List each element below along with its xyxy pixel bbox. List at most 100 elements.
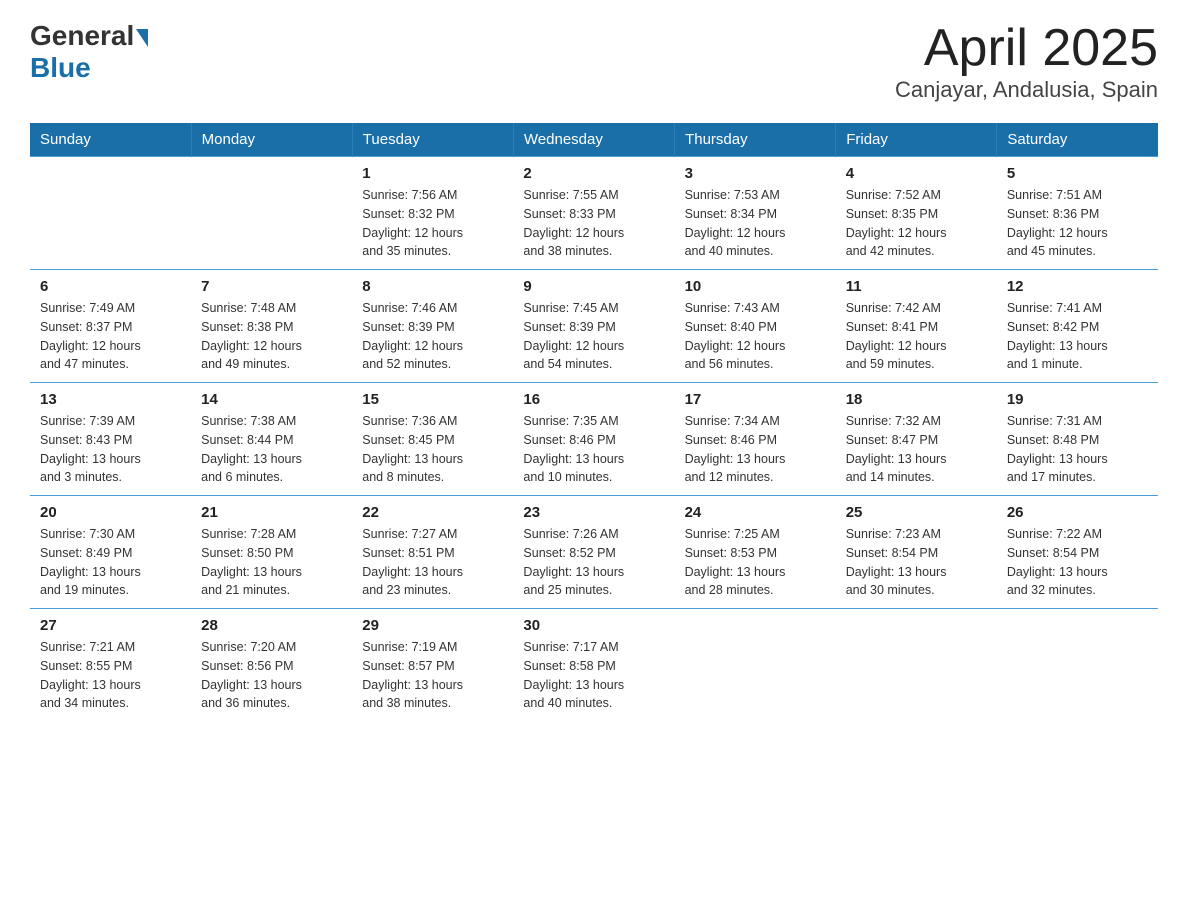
calendar-cell — [836, 609, 997, 722]
day-info: Sunrise: 7:20 AM Sunset: 8:56 PM Dayligh… — [201, 638, 342, 713]
day-number: 9 — [523, 278, 664, 295]
day-number: 7 — [201, 278, 342, 295]
title-block: April 2025 Canjayar, Andalusia, Spain — [895, 20, 1158, 103]
day-info: Sunrise: 7:28 AM Sunset: 8:50 PM Dayligh… — [201, 525, 342, 600]
calendar-header: SundayMondayTuesdayWednesdayThursdayFrid… — [30, 123, 1158, 157]
logo-blue-text: Blue — [30, 52, 91, 83]
day-number: 25 — [846, 504, 987, 521]
day-number: 20 — [40, 504, 181, 521]
day-number: 5 — [1007, 165, 1148, 182]
day-number: 26 — [1007, 504, 1148, 521]
day-info: Sunrise: 7:17 AM Sunset: 8:58 PM Dayligh… — [523, 638, 664, 713]
header-thursday: Thursday — [675, 123, 836, 157]
day-info: Sunrise: 7:48 AM Sunset: 8:38 PM Dayligh… — [201, 299, 342, 374]
week-row-2: 13 Sunrise: 7:39 AM Sunset: 8:43 PM Dayli… — [30, 383, 1158, 496]
calendar-cell: 26 Sunrise: 7:22 AM Sunset: 8:54 PM Dayli… — [997, 496, 1158, 609]
day-info: Sunrise: 7:35 AM Sunset: 8:46 PM Dayligh… — [523, 412, 664, 487]
day-info: Sunrise: 7:55 AM Sunset: 8:33 PM Dayligh… — [523, 186, 664, 261]
calendar-cell: 28 Sunrise: 7:20 AM Sunset: 8:56 PM Dayli… — [191, 609, 352, 722]
calendar-cell: 30 Sunrise: 7:17 AM Sunset: 8:58 PM Dayli… — [513, 609, 674, 722]
week-row-3: 20 Sunrise: 7:30 AM Sunset: 8:49 PM Dayli… — [30, 496, 1158, 609]
header-sunday: Sunday — [30, 123, 191, 157]
day-number: 29 — [362, 617, 503, 634]
day-number: 28 — [201, 617, 342, 634]
day-info: Sunrise: 7:43 AM Sunset: 8:40 PM Dayligh… — [685, 299, 826, 374]
calendar-cell: 11Sunrise: 7:42 AM Sunset: 8:41 PM Dayli… — [836, 270, 997, 383]
calendar-cell: 27 Sunrise: 7:21 AM Sunset: 8:55 PM Dayli… — [30, 609, 191, 722]
day-number: 17 — [685, 391, 826, 408]
calendar-table: SundayMondayTuesdayWednesdayThursdayFrid… — [30, 123, 1158, 721]
day-info: Sunrise: 7:21 AM Sunset: 8:55 PM Dayligh… — [40, 638, 181, 713]
day-number: 30 — [523, 617, 664, 634]
calendar-cell: 10 Sunrise: 7:43 AM Sunset: 8:40 PM Dayli… — [675, 270, 836, 383]
calendar-body: 1 Sunrise: 7:56 AM Sunset: 8:32 PM Daylig… — [30, 157, 1158, 722]
calendar-cell: 23 Sunrise: 7:26 AM Sunset: 8:52 PM Dayli… — [513, 496, 674, 609]
day-number: 6 — [40, 278, 181, 295]
day-number: 13 — [40, 391, 181, 408]
day-info: Sunrise: 7:26 AM Sunset: 8:52 PM Dayligh… — [523, 525, 664, 600]
calendar-cell: 24Sunrise: 7:25 AM Sunset: 8:53 PM Dayli… — [675, 496, 836, 609]
page-header: General Blue April 2025 Canjayar, Andalu… — [30, 20, 1158, 103]
day-number: 27 — [40, 617, 181, 634]
day-info: Sunrise: 7:42 AM Sunset: 8:41 PM Dayligh… — [846, 299, 987, 374]
calendar-cell: 2Sunrise: 7:55 AM Sunset: 8:33 PM Daylig… — [513, 157, 674, 270]
week-row-1: 6Sunrise: 7:49 AM Sunset: 8:37 PM Daylig… — [30, 270, 1158, 383]
day-info: Sunrise: 7:39 AM Sunset: 8:43 PM Dayligh… — [40, 412, 181, 487]
calendar-cell: 6Sunrise: 7:49 AM Sunset: 8:37 PM Daylig… — [30, 270, 191, 383]
day-info: Sunrise: 7:53 AM Sunset: 8:34 PM Dayligh… — [685, 186, 826, 261]
day-info: Sunrise: 7:51 AM Sunset: 8:36 PM Dayligh… — [1007, 186, 1148, 261]
day-number: 19 — [1007, 391, 1148, 408]
calendar-cell: 20 Sunrise: 7:30 AM Sunset: 8:49 PM Dayli… — [30, 496, 191, 609]
day-info: Sunrise: 7:22 AM Sunset: 8:54 PM Dayligh… — [1007, 525, 1148, 600]
header-friday: Friday — [836, 123, 997, 157]
calendar-cell — [191, 157, 352, 270]
day-number: 10 — [685, 278, 826, 295]
day-info: Sunrise: 7:52 AM Sunset: 8:35 PM Dayligh… — [846, 186, 987, 261]
day-info: Sunrise: 7:27 AM Sunset: 8:51 PM Dayligh… — [362, 525, 503, 600]
calendar-cell: 12 Sunrise: 7:41 AM Sunset: 8:42 PM Dayli… — [997, 270, 1158, 383]
day-info: Sunrise: 7:46 AM Sunset: 8:39 PM Dayligh… — [362, 299, 503, 374]
day-info: Sunrise: 7:32 AM Sunset: 8:47 PM Dayligh… — [846, 412, 987, 487]
calendar-cell: 29 Sunrise: 7:19 AM Sunset: 8:57 PM Dayli… — [352, 609, 513, 722]
day-number: 3 — [685, 165, 826, 182]
header-row: SundayMondayTuesdayWednesdayThursdayFrid… — [30, 123, 1158, 157]
calendar-cell: 21 Sunrise: 7:28 AM Sunset: 8:50 PM Dayli… — [191, 496, 352, 609]
calendar-cell: 9 Sunrise: 7:45 AM Sunset: 8:39 PM Daylig… — [513, 270, 674, 383]
calendar-cell — [997, 609, 1158, 722]
day-info: Sunrise: 7:38 AM Sunset: 8:44 PM Dayligh… — [201, 412, 342, 487]
calendar-cell: 5 Sunrise: 7:51 AM Sunset: 8:36 PM Daylig… — [997, 157, 1158, 270]
week-row-0: 1 Sunrise: 7:56 AM Sunset: 8:32 PM Daylig… — [30, 157, 1158, 270]
calendar-cell — [675, 609, 836, 722]
day-number: 8 — [362, 278, 503, 295]
header-saturday: Saturday — [997, 123, 1158, 157]
calendar-cell: 16Sunrise: 7:35 AM Sunset: 8:46 PM Dayli… — [513, 383, 674, 496]
calendar-cell: 14 Sunrise: 7:38 AM Sunset: 8:44 PM Dayli… — [191, 383, 352, 496]
calendar-cell: 17Sunrise: 7:34 AM Sunset: 8:46 PM Dayli… — [675, 383, 836, 496]
day-info: Sunrise: 7:45 AM Sunset: 8:39 PM Dayligh… — [523, 299, 664, 374]
day-number: 22 — [362, 504, 503, 521]
logo: General Blue — [30, 20, 150, 84]
logo-arrow-icon — [136, 29, 148, 47]
calendar-subtitle: Canjayar, Andalusia, Spain — [895, 77, 1158, 103]
calendar-cell: 7 Sunrise: 7:48 AM Sunset: 8:38 PM Daylig… — [191, 270, 352, 383]
day-info: Sunrise: 7:30 AM Sunset: 8:49 PM Dayligh… — [40, 525, 181, 600]
day-number: 12 — [1007, 278, 1148, 295]
calendar-title: April 2025 — [895, 20, 1158, 77]
day-number: 15 — [362, 391, 503, 408]
day-info: Sunrise: 7:36 AM Sunset: 8:45 PM Dayligh… — [362, 412, 503, 487]
calendar-cell: 15 Sunrise: 7:36 AM Sunset: 8:45 PM Dayli… — [352, 383, 513, 496]
day-info: Sunrise: 7:19 AM Sunset: 8:57 PM Dayligh… — [362, 638, 503, 713]
day-number: 18 — [846, 391, 987, 408]
day-info: Sunrise: 7:56 AM Sunset: 8:32 PM Dayligh… — [362, 186, 503, 261]
day-number: 23 — [523, 504, 664, 521]
day-number: 14 — [201, 391, 342, 408]
calendar-cell — [30, 157, 191, 270]
calendar-cell: 22 Sunrise: 7:27 AM Sunset: 8:51 PM Dayli… — [352, 496, 513, 609]
day-info: Sunrise: 7:25 AM Sunset: 8:53 PM Dayligh… — [685, 525, 826, 600]
day-number: 21 — [201, 504, 342, 521]
day-info: Sunrise: 7:23 AM Sunset: 8:54 PM Dayligh… — [846, 525, 987, 600]
day-info: Sunrise: 7:41 AM Sunset: 8:42 PM Dayligh… — [1007, 299, 1148, 374]
day-number: 1 — [362, 165, 503, 182]
header-monday: Monday — [191, 123, 352, 157]
calendar-cell: 25 Sunrise: 7:23 AM Sunset: 8:54 PM Dayli… — [836, 496, 997, 609]
